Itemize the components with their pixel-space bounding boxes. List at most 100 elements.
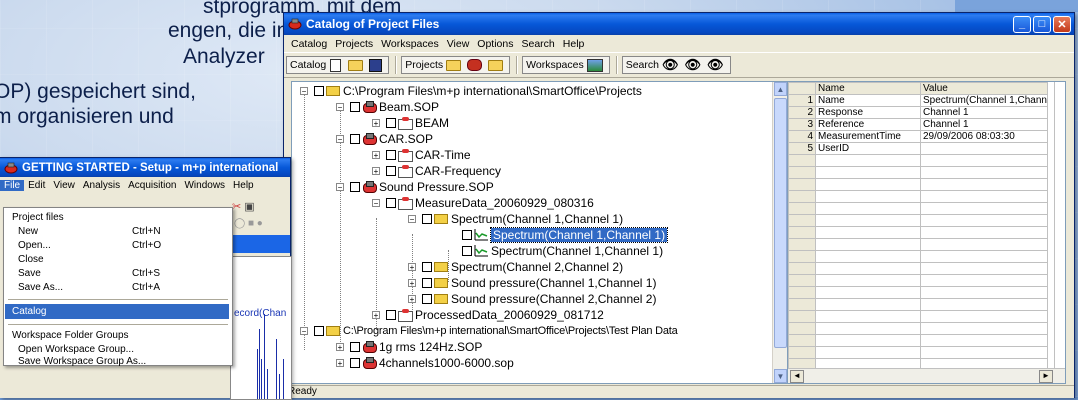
getting-started-titlebar[interactable]: GETTING STARTED - Setup - m+p internatio…	[0, 158, 290, 177]
menu-edit[interactable]: Edit	[24, 180, 49, 191]
checkbox[interactable]	[350, 342, 360, 352]
menu-acquisition[interactable]: Acquisition	[124, 180, 180, 191]
checkbox[interactable]	[422, 278, 432, 288]
scroll-right-icon[interactable]: ►	[1039, 370, 1053, 383]
table-row[interactable]: 4 MeasurementTime 29/09/2006 08:03:30	[788, 130, 1048, 143]
collapse-icon[interactable]: −	[336, 135, 344, 144]
checkbox[interactable]	[462, 246, 472, 256]
close-button[interactable]: ✕	[1053, 15, 1071, 33]
scroll-down-icon[interactable]: ▼	[774, 369, 787, 383]
grid-horizontal-scrollbar[interactable]: ◄ ►	[788, 368, 1065, 383]
checkbox[interactable]	[314, 86, 324, 96]
menu-help[interactable]: Help	[559, 38, 589, 50]
menu-item-save[interactable]: Save Ctrl+S	[10, 266, 228, 280]
toolbar-icon[interactable]: ▣	[244, 201, 254, 213]
binoculars-search-icon[interactable]: 👁	[662, 57, 679, 73]
expand-icon[interactable]: +	[408, 295, 416, 304]
tree-item-beam[interactable]: + BEAM	[372, 115, 449, 131]
tree-item-spectrum-folder[interactable]: − Spectrum(Channel 1,Channel 1)	[408, 211, 623, 227]
menu-help[interactable]: Help	[229, 180, 258, 191]
toolbar-icon[interactable]: ✂	[232, 201, 241, 213]
expand-icon[interactable]: +	[372, 311, 380, 320]
tree-item-car-time[interactable]: + CAR-Time	[372, 147, 471, 163]
scroll-up-icon[interactable]: ▲	[774, 82, 787, 96]
properties-grid[interactable]: Name Value 1 Name Spectrum(Channel 1,Cha…	[787, 81, 1066, 384]
checkbox[interactable]	[386, 198, 396, 208]
open-project-icon[interactable]	[446, 59, 462, 71]
binoculars-find-previous-icon[interactable]: 👁	[707, 57, 724, 73]
new-document-icon[interactable]	[330, 58, 342, 72]
checkbox[interactable]	[422, 262, 432, 272]
menu-item-open[interactable]: Open... Ctrl+O	[10, 238, 228, 252]
menu-view[interactable]: View	[49, 180, 79, 191]
binoculars-find-next-icon[interactable]: 👁	[685, 57, 702, 73]
menu-projects[interactable]: Projects	[331, 38, 377, 50]
expand-icon[interactable]: +	[372, 151, 380, 160]
scroll-left-icon[interactable]: ◄	[790, 370, 804, 383]
save-icon[interactable]	[369, 58, 383, 72]
menu-view[interactable]: View	[443, 38, 474, 50]
checkbox[interactable]	[350, 134, 360, 144]
collapse-icon[interactable]: −	[408, 215, 416, 224]
collapse-icon[interactable]: −	[300, 327, 308, 336]
table-row[interactable]: 3 Reference Channel 1	[788, 118, 1048, 131]
checkbox[interactable]	[422, 214, 432, 224]
menu-search[interactable]: Search	[517, 38, 558, 50]
menu-catalog[interactable]: Catalog	[287, 38, 331, 50]
checkbox[interactable]	[350, 102, 360, 112]
menu-item-save-as[interactable]: Save As... Ctrl+A	[10, 280, 228, 294]
checkbox[interactable]	[350, 182, 360, 192]
expand-icon[interactable]: +	[336, 343, 344, 352]
tree-item-processeddata[interactable]: + ProcessedData_20060929_081712	[372, 307, 604, 323]
expand-icon[interactable]: +	[336, 359, 344, 368]
checkbox[interactable]	[422, 294, 432, 304]
tree-item-car-frequency[interactable]: + CAR-Frequency	[372, 163, 501, 179]
tree-item-4channels[interactable]: + 4channels1000-6000.sop	[336, 355, 514, 371]
tree-item-test-plan-root[interactable]: − C:\Program Files\m+p international\Sma…	[300, 323, 678, 339]
project-tree[interactable]: − C:\Program Files\m+p international\Sma…	[291, 81, 789, 384]
grid-vertical-scrollbar[interactable]	[1054, 82, 1065, 383]
tree-item-car-sop[interactable]: − CAR.SOP	[336, 131, 433, 147]
open-folder-icon[interactable]	[348, 59, 364, 71]
table-row[interactable]: 1 Name Spectrum(Channel 1,Channe	[788, 94, 1048, 107]
expand-icon[interactable]: +	[408, 263, 416, 272]
catalog-titlebar[interactable]: Catalog of Project Files _ □ ✕	[284, 13, 1074, 35]
scroll-thumb[interactable]	[774, 98, 787, 348]
menu-item-open-workspace-group[interactable]: Open Workspace Group...	[10, 342, 228, 356]
tree-item-sound-pressure-sop[interactable]: − Sound Pressure.SOP	[336, 179, 494, 195]
expand-icon[interactable]: +	[372, 119, 380, 128]
menu-item-close[interactable]: Close	[10, 252, 228, 266]
checkbox[interactable]	[386, 118, 396, 128]
minimize-button[interactable]: _	[1013, 15, 1031, 33]
project-icon[interactable]	[467, 59, 483, 71]
menu-item-save-workspace-group[interactable]: Save Workspace Group As...	[10, 356, 228, 367]
tree-item-sound-pressure-ch1[interactable]: + Sound pressure(Channel 1,Channel 1)	[408, 275, 656, 291]
checkbox[interactable]	[386, 166, 396, 176]
tree-item-projects-root[interactable]: − C:\Program Files\m+p international\Sma…	[300, 83, 642, 99]
menu-file[interactable]: File	[0, 180, 25, 191]
collapse-icon[interactable]: −	[336, 103, 344, 112]
tree-item-1g-rms[interactable]: + 1g rms 124Hz.SOP	[336, 339, 482, 355]
tree-item-spectrum-selected[interactable]: Spectrum(Channel 1,Channel 1)	[462, 227, 669, 243]
collapse-icon[interactable]: −	[336, 183, 344, 192]
workspace-icon[interactable]	[586, 58, 603, 72]
collapse-icon[interactable]: −	[300, 87, 308, 96]
property-value[interactable]: 29/09/2006 08:03:30	[920, 130, 1048, 143]
maximize-button[interactable]: □	[1033, 15, 1051, 33]
menu-workspaces[interactable]: Workspaces	[377, 38, 443, 50]
checkbox[interactable]	[386, 150, 396, 160]
menu-item-catalog[interactable]: Catalog	[5, 304, 229, 319]
menu-windows[interactable]: Windows	[180, 180, 229, 191]
tree-item-beam-sop[interactable]: − Beam.SOP	[336, 99, 439, 115]
menu-item-new[interactable]: New Ctrl+N	[10, 224, 228, 238]
checkbox[interactable]	[314, 326, 324, 336]
checkbox[interactable]	[462, 230, 472, 240]
table-row[interactable]: 2 Response Channel 1	[788, 106, 1048, 119]
tree-item-measuredata[interactable]: − MeasureData_20060929_080316	[372, 195, 594, 211]
collapse-icon[interactable]: −	[372, 199, 380, 208]
property-value[interactable]	[920, 142, 1048, 155]
tree-item-spectrum[interactable]: Spectrum(Channel 1,Channel 1)	[462, 243, 663, 259]
project-folder-icon[interactable]	[488, 59, 504, 71]
column-header-value[interactable]: Value	[920, 82, 1048, 95]
column-header-name[interactable]: Name	[815, 82, 921, 95]
